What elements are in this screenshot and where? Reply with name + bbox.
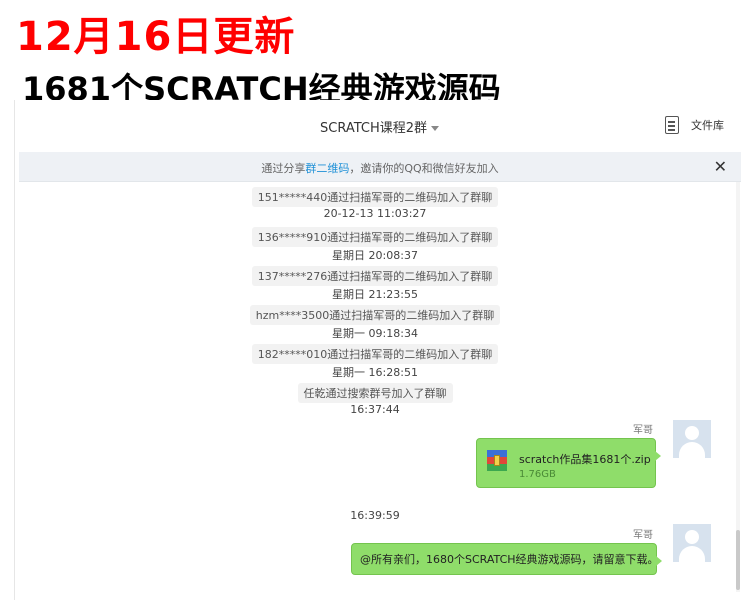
group-title: SCRATCH课程2群: [320, 121, 428, 136]
sender-name: 军哥: [633, 425, 653, 436]
file-message-bubble[interactable]: scratch作品集1681个.zip 1.76GB: [476, 438, 661, 488]
zip-file-icon: [487, 450, 507, 472]
message-time: 星期日 20:08:37: [332, 249, 418, 262]
system-message-text: 182*****010通过扫描军哥的二维码加入了群聊: [251, 344, 499, 364]
system-message-text: hzm****3500通过扫描军哥的二维码加入了群聊: [249, 305, 501, 325]
system-message: 182*****010通过扫描军哥的二维码加入了群聊: [15, 343, 735, 364]
system-message: 137*****276通过扫描军哥的二维码加入了群聊: [15, 265, 735, 286]
invite-banner: 通过分享群二维码，邀请你的QQ和微信好友加入 ✕: [19, 152, 741, 182]
message-time: 16:37:44: [350, 403, 400, 416]
avatar[interactable]: [673, 420, 711, 458]
system-message-text: 任乾通过搜索群号加入了群聊: [297, 383, 453, 403]
invite-text: 通过分享群二维码，邀请你的QQ和微信好友加入: [19, 160, 741, 176]
file-size: 1.76GB: [519, 469, 556, 480]
group-title-dropdown[interactable]: SCRATCH课程2群: [320, 117, 440, 136]
chevron-down-icon: [431, 126, 440, 131]
message-time: 星期一 16:28:51: [332, 366, 418, 379]
chat-header: SCRATCH课程2群 文件库: [15, 100, 743, 152]
text-message-bubble[interactable]: @所有亲们，1680个SCRATCH经典游戏源码，请留意下载。: [351, 543, 662, 575]
close-icon[interactable]: ✕: [714, 157, 727, 176]
invite-prefix: 通过分享: [261, 162, 306, 175]
system-message-text: 151*****440通过扫描军哥的二维码加入了群聊: [251, 187, 499, 207]
system-message: 任乾通过搜索群号加入了群聊: [15, 382, 735, 403]
file-library-label: 文件库: [691, 119, 724, 132]
message-time: 16:39:59: [350, 509, 400, 522]
invite-suffix: ，邀请你的QQ和微信好友加入: [349, 162, 499, 175]
promo-title: 12月16日更新: [16, 14, 296, 60]
message-time: 星期一 09:18:34: [332, 327, 418, 340]
message-time: 星期日 21:23:55: [332, 288, 418, 301]
file-library-button[interactable]: 文件库: [665, 114, 724, 136]
document-icon: [665, 116, 679, 134]
message-text: @所有亲们，1680个SCRATCH经典游戏源码，请留意下载。: [360, 553, 659, 566]
sender-name: 军哥: [633, 530, 653, 541]
system-message-text: 137*****276通过扫描军哥的二维码加入了群聊: [251, 266, 499, 286]
chat-window: SCRATCH课程2群 文件库 通过分享群二维码，邀请你的QQ和微信好友加入 ✕…: [14, 100, 742, 600]
group-qrcode-link[interactable]: 群二维码: [305, 162, 349, 175]
system-message: 136*****910通过扫描军哥的二维码加入了群聊: [15, 226, 735, 247]
system-message: 151*****440通过扫描军哥的二维码加入了群聊: [15, 186, 735, 207]
scrollbar-thumb[interactable]: [736, 530, 740, 590]
message-list: 151*****440通过扫描军哥的二维码加入了群聊 20-12-13 11:0…: [15, 182, 743, 600]
avatar[interactable]: [673, 524, 711, 562]
message-time: 20-12-13 11:03:27: [323, 207, 427, 220]
file-name: scratch作品集1681个.zip: [519, 453, 651, 466]
system-message: hzm****3500通过扫描军哥的二维码加入了群聊: [15, 304, 735, 325]
system-message-text: 136*****910通过扫描军哥的二维码加入了群聊: [251, 227, 499, 247]
